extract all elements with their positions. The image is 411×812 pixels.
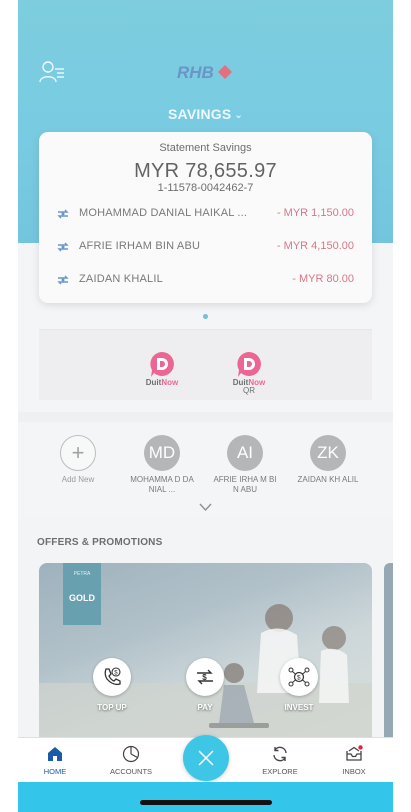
nav-explore[interactable]: EXPLORE [250, 745, 310, 776]
invest-label: INVEST [284, 703, 314, 712]
pie-chart-icon [122, 745, 140, 763]
nav-explore-label: EXPLORE [262, 767, 298, 776]
nav-accounts-label: ACCOUNTS [109, 767, 153, 776]
phone-dollar-icon: $ [104, 667, 121, 686]
app-screen: RHB SAVINGS ⌄ Statement Savings MYR 78,65… [18, 0, 393, 812]
svg-text:$: $ [202, 673, 207, 682]
home-icon [48, 747, 62, 761]
network-dollar-icon: $ [288, 667, 310, 687]
home-indicator[interactable] [140, 800, 272, 805]
pay-button[interactable]: $ PAY [170, 658, 240, 712]
nav-inbox[interactable]: INBOX [324, 745, 384, 776]
refresh-icon [273, 746, 287, 762]
nav-accounts[interactable]: ACCOUNTS [101, 745, 161, 776]
invest-button[interactable]: $ INVEST [264, 658, 334, 712]
pay-icon-circle: $ [186, 658, 224, 696]
top-up-icon-circle: $ [93, 658, 131, 696]
overlay-scrim[interactable] [18, 0, 393, 737]
system-nav-bar [18, 782, 393, 812]
nav-home[interactable]: HOME [25, 745, 85, 776]
nav-home-label: HOME [43, 767, 67, 776]
top-up-button[interactable]: $ TOP UP [77, 658, 147, 712]
close-icon [198, 750, 214, 766]
top-up-label: TOP UP [97, 703, 127, 712]
nav-inbox-label: INBOX [342, 767, 366, 776]
pay-label: PAY [197, 703, 213, 712]
transfer-dollar-icon: $ [197, 669, 213, 685]
invest-icon-circle: $ [280, 658, 318, 696]
inbox-icon [346, 745, 363, 761]
svg-text:$: $ [297, 675, 301, 682]
close-menu-button[interactable] [183, 735, 229, 781]
